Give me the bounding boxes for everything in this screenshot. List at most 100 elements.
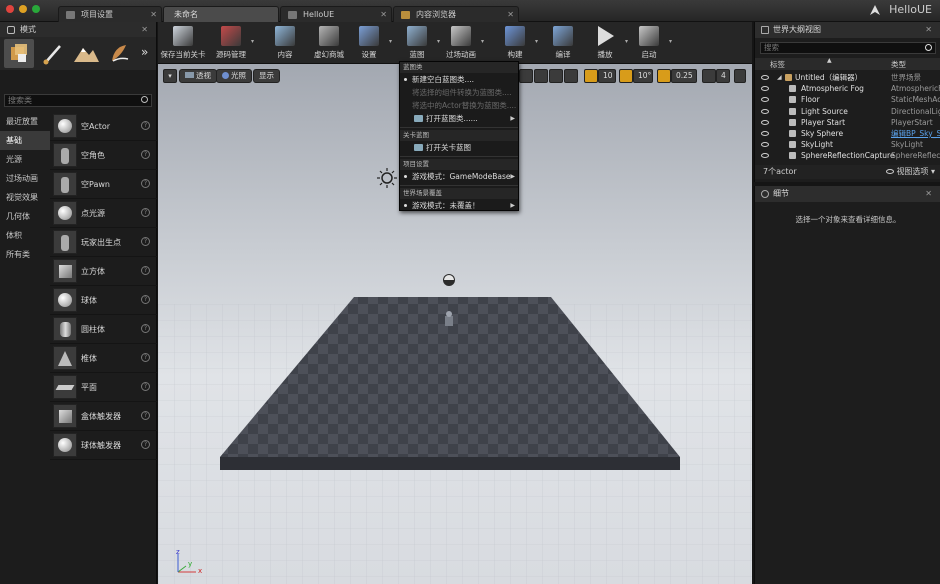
outliner-row[interactable]: Sky Sphere 编辑BP_Sky_Sphere xyxy=(755,128,940,139)
settings-toolbar-button[interactable]: 设置 ▾ xyxy=(346,24,392,62)
placeable-item[interactable]: 空Actor? xyxy=(50,112,157,141)
chevron-down-icon[interactable]: ▾ xyxy=(481,38,484,45)
placeable-item[interactable]: 球体? xyxy=(50,286,157,315)
mode-paint-button[interactable] xyxy=(38,39,68,68)
actor-type[interactable]: 编辑BP_Sky_Sphere xyxy=(891,128,940,139)
visibility-eye-icon[interactable] xyxy=(761,153,769,159)
mode-foliage-button[interactable] xyxy=(104,39,134,68)
tab-project-settings[interactable]: 项目设置 ✕ xyxy=(58,6,162,22)
category-item[interactable]: 体积 xyxy=(0,226,50,245)
chevron-down-icon[interactable]: ▾ xyxy=(251,38,254,45)
category-item[interactable]: 所有类 xyxy=(0,245,50,264)
more-modes-icon[interactable]: » xyxy=(141,45,148,59)
help-icon[interactable]: ? xyxy=(141,237,150,246)
class-search-input[interactable]: 搜索类 xyxy=(4,94,152,107)
build-toolbar-button[interactable]: 构建 ▾ xyxy=(492,24,538,62)
close-icon[interactable]: ✕ xyxy=(925,22,932,38)
outliner-row[interactable]: SkyLight SkyLight xyxy=(755,139,940,150)
camera-speed-value[interactable]: 4 xyxy=(716,69,730,83)
help-icon[interactable]: ? xyxy=(141,208,150,217)
mode-landscape-button[interactable] xyxy=(71,39,101,68)
play-toolbar-button[interactable]: 播放 ▾ xyxy=(582,24,628,62)
help-icon[interactable]: ? xyxy=(141,121,150,130)
perspective-button[interactable]: 透视 xyxy=(179,69,217,83)
menu-item[interactable]: 打开关卡蓝图 xyxy=(400,141,518,154)
grid-snap-value[interactable]: 10 xyxy=(598,69,616,83)
outliner-row[interactable]: Player Start PlayerStart xyxy=(755,117,940,128)
placeable-item[interactable]: 盒体触发器? xyxy=(50,402,157,431)
rotation-snap-value[interactable]: 10° xyxy=(633,69,653,83)
help-icon[interactable]: ? xyxy=(141,353,150,362)
placeable-item[interactable]: 圆柱体? xyxy=(50,315,157,344)
visibility-eye-icon[interactable] xyxy=(761,131,769,136)
tab-level-untitled[interactable]: 未命名 xyxy=(163,6,279,22)
help-icon[interactable]: ? xyxy=(141,150,150,159)
maximize-viewport-icon[interactable] xyxy=(734,69,746,83)
blueprint-toolbar-button[interactable]: 蓝图 ▾ xyxy=(394,24,440,62)
tab-content-browser[interactable]: 内容浏览器 ✕ xyxy=(393,6,519,22)
column-type-header[interactable]: 类型 xyxy=(891,59,906,70)
category-item[interactable]: 最近放置 xyxy=(0,112,50,131)
menu-item[interactable]: 游戏模式：未覆盖！ ▶ xyxy=(400,199,518,212)
category-item[interactable]: 基础 xyxy=(0,131,50,150)
zoom-window-button[interactable] xyxy=(32,5,40,13)
help-icon[interactable]: ? xyxy=(141,295,150,304)
close-icon[interactable]: ✕ xyxy=(141,22,148,37)
show-menu-button[interactable]: 显示 xyxy=(253,69,280,83)
menu-item[interactable]: 游戏模式：GameModeBase ▶ xyxy=(400,170,518,183)
outliner-row[interactable]: ◢ Untitled（编辑器） 世界场景 xyxy=(755,72,940,83)
help-icon[interactable]: ? xyxy=(141,179,150,188)
category-item[interactable]: 光源 xyxy=(0,150,50,169)
close-icon[interactable]: ✕ xyxy=(925,186,932,202)
menu-item[interactable]: 新建空白蓝图类.... xyxy=(400,73,518,86)
world-local-icon[interactable] xyxy=(549,69,563,83)
placeable-item[interactable]: 椎体? xyxy=(50,344,157,373)
outliner-search-input[interactable]: 搜索 xyxy=(760,42,936,54)
help-icon[interactable]: ? xyxy=(141,266,150,275)
visibility-eye-icon[interactable] xyxy=(761,86,769,92)
mode-place-button[interactable] xyxy=(4,39,34,68)
help-icon[interactable]: ? xyxy=(141,411,150,420)
cinematics-toolbar-button[interactable]: 过场动画 ▾ xyxy=(438,24,484,62)
surface-snap-icon[interactable] xyxy=(564,69,578,83)
lit-mode-button[interactable]: 光照 xyxy=(216,69,252,83)
help-icon[interactable]: ? xyxy=(141,382,150,391)
help-icon[interactable]: ? xyxy=(141,324,150,333)
placeable-item[interactable]: 空Pawn? xyxy=(50,170,157,199)
outliner-row[interactable]: SphereReflectionCaptureSphereReflectionC… xyxy=(755,150,940,161)
category-item[interactable]: 几何体 xyxy=(0,207,50,226)
column-label-header[interactable]: 标签 xyxy=(770,59,785,70)
category-item[interactable]: 过场动画 xyxy=(0,169,50,188)
placeable-item[interactable]: 平面? xyxy=(50,373,157,402)
help-icon[interactable]: ? xyxy=(141,440,150,449)
placeable-item[interactable]: 空角色? xyxy=(50,141,157,170)
scale-snap-value[interactable]: 0.25 xyxy=(671,69,697,83)
visibility-eye-icon[interactable] xyxy=(761,75,769,80)
placeable-item[interactable]: 球体触发器? xyxy=(50,431,157,460)
scale-tool-icon[interactable] xyxy=(534,69,548,83)
close-window-button[interactable] xyxy=(6,5,14,13)
save-toolbar-button[interactable]: 保存当前关卡 xyxy=(160,24,206,62)
placeable-item[interactable]: 玩家出生点? xyxy=(50,228,157,257)
scale-snap-icon[interactable] xyxy=(657,69,671,83)
rotation-snap-icon[interactable] xyxy=(619,69,633,83)
visibility-eye-icon[interactable] xyxy=(761,108,769,114)
outliner-row[interactable]: Atmospheric Fog AtmosphericFog xyxy=(755,83,940,94)
tab-hello-ue[interactable]: HelloUE ✕ xyxy=(280,6,392,22)
launch-toolbar-button[interactable]: 启动 ▾ xyxy=(626,24,672,62)
expand-arrow-icon[interactable]: ◢ xyxy=(777,72,782,83)
viewport-options-button[interactable]: ▾ xyxy=(163,69,177,83)
visibility-eye-icon[interactable] xyxy=(761,119,769,125)
close-icon[interactable]: ✕ xyxy=(150,7,157,23)
placeable-item[interactable]: 立方体? xyxy=(50,257,157,286)
chevron-down-icon[interactable]: ▾ xyxy=(535,38,538,45)
outliner-row[interactable]: Light Source DirectionalLight xyxy=(755,106,940,117)
visibility-eye-icon[interactable] xyxy=(761,142,769,148)
close-icon[interactable]: ✕ xyxy=(507,7,514,23)
close-icon[interactable]: ✕ xyxy=(380,7,387,23)
compile-toolbar-button[interactable]: 编译 xyxy=(540,24,586,62)
camera-speed-icon[interactable] xyxy=(702,69,716,83)
outliner-row[interactable]: Floor StaticMeshActor xyxy=(755,94,940,105)
grid-snap-icon[interactable] xyxy=(584,69,598,83)
placeable-item[interactable]: 点光源? xyxy=(50,199,157,228)
